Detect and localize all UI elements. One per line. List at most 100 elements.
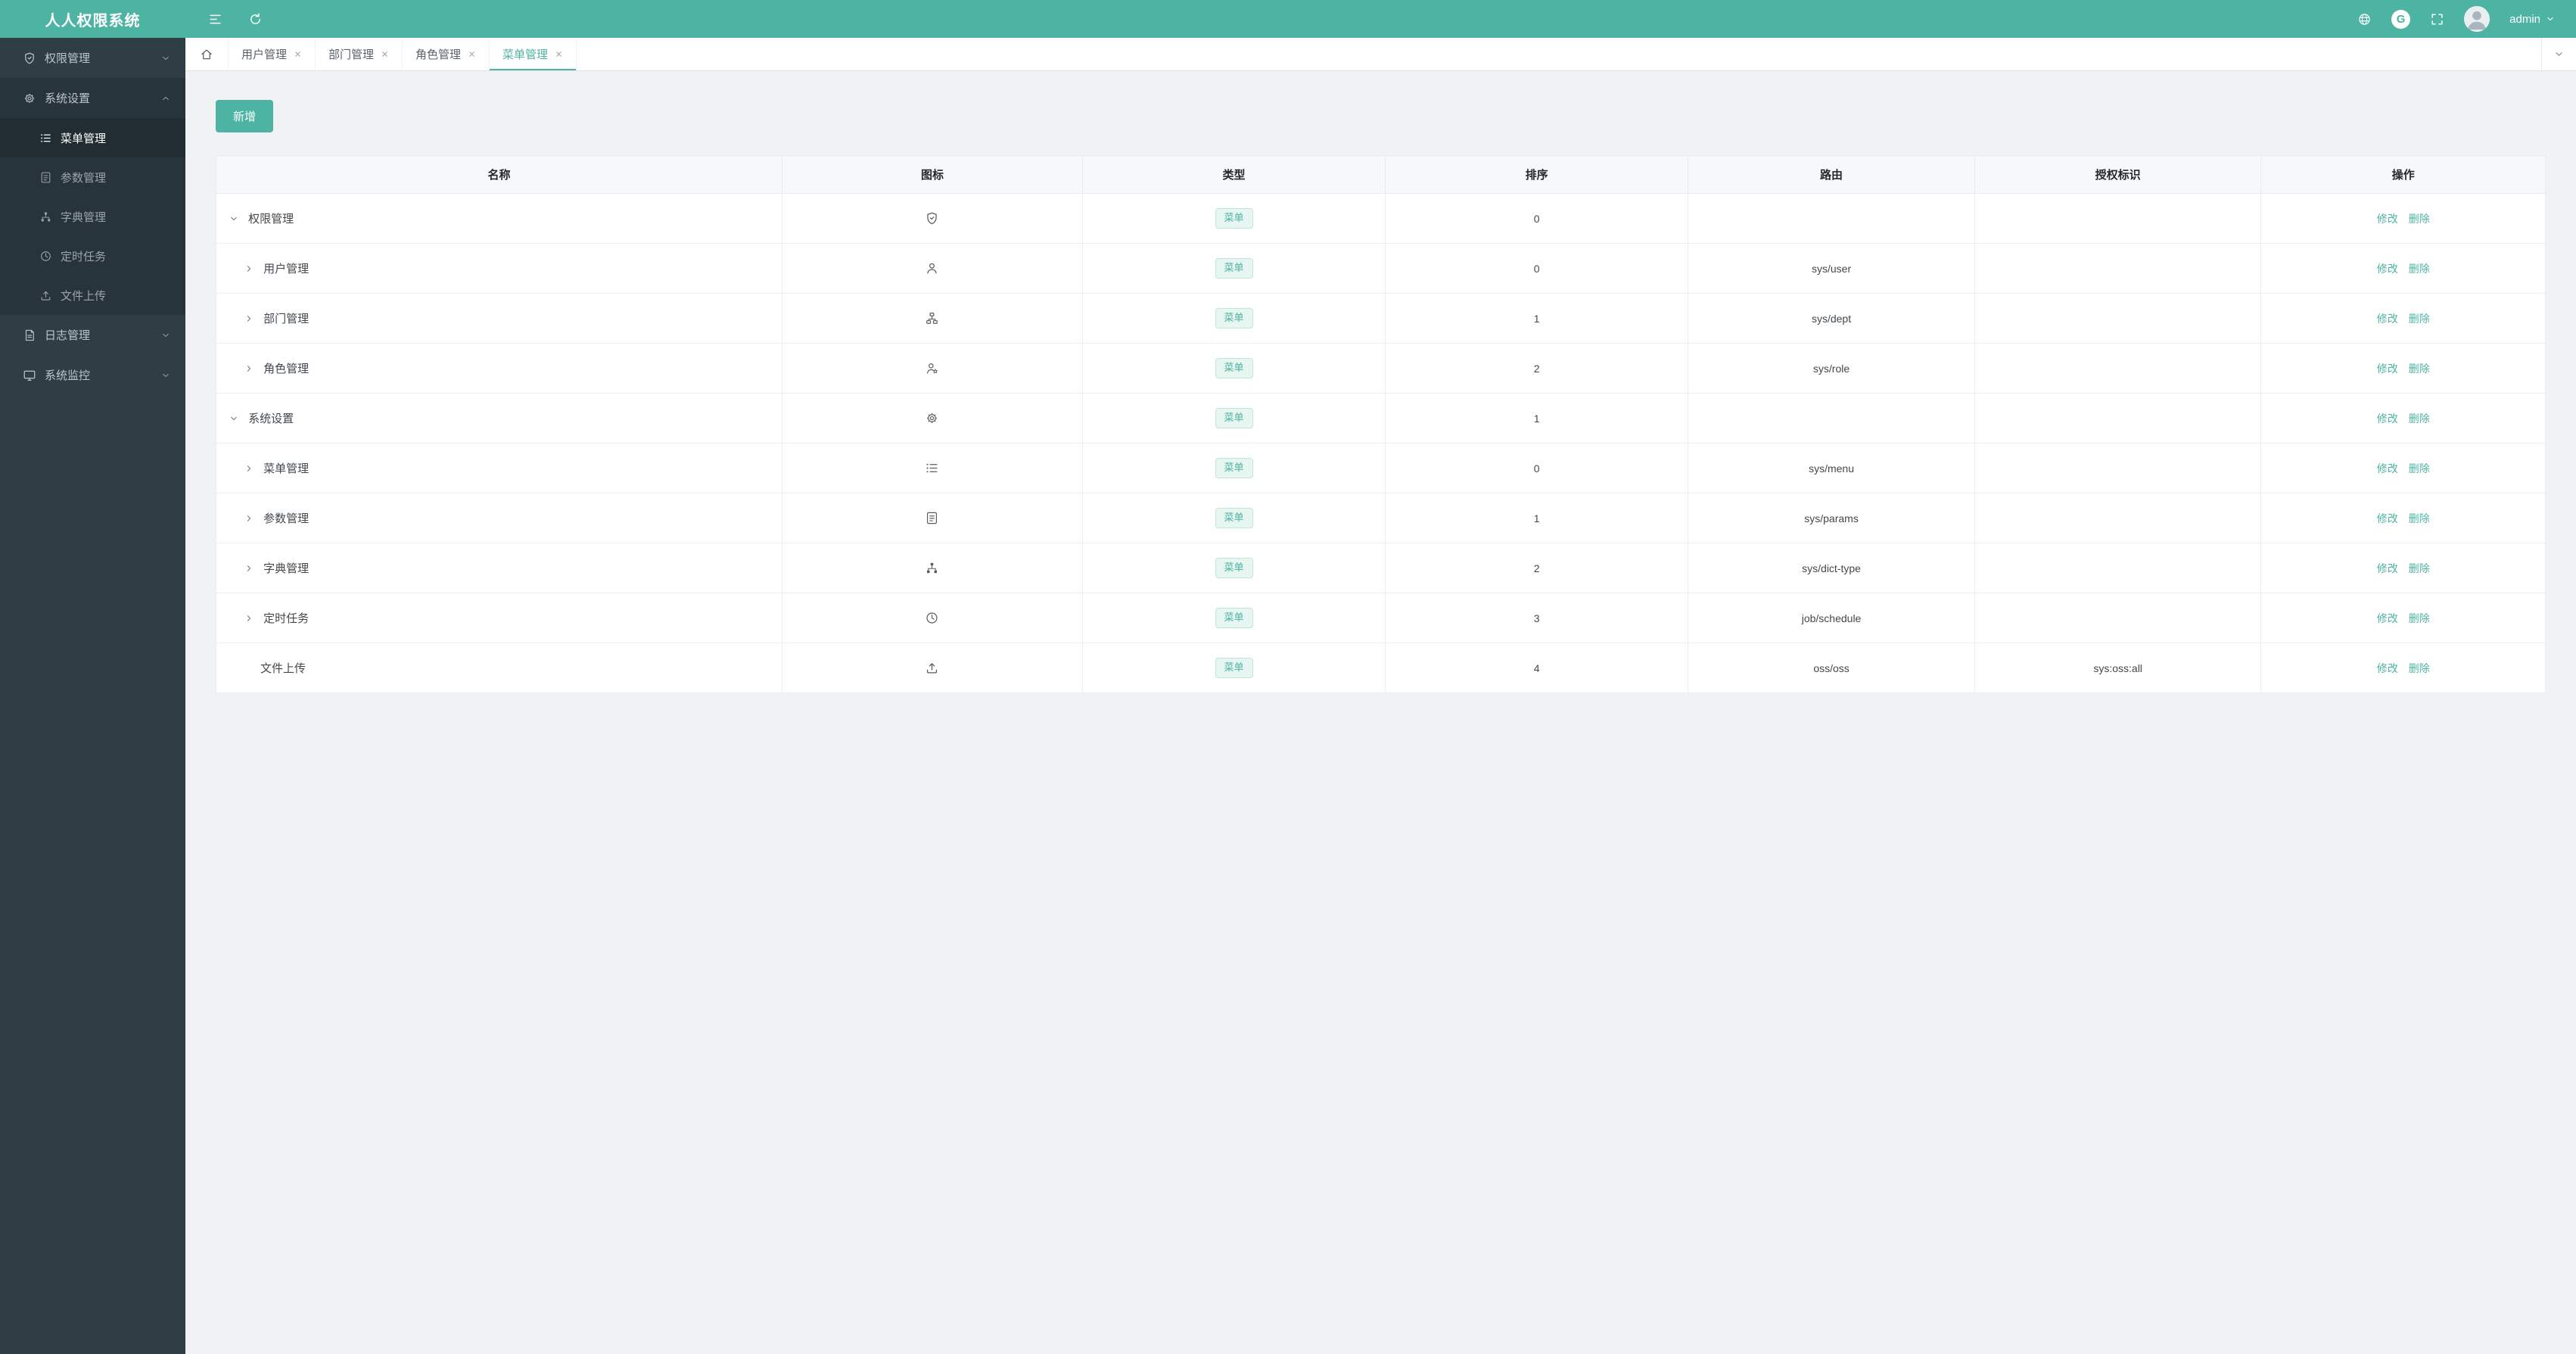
- chevron-right-icon: [244, 364, 254, 373]
- chevron-down-icon: [229, 214, 238, 223]
- collapse-toggle[interactable]: [229, 214, 239, 223]
- table-row: 系统设置 菜单 1 修改 删除: [216, 393, 2546, 444]
- sidebar-item-label: 系统设置: [45, 92, 91, 105]
- globe-icon: [2357, 12, 2372, 26]
- perm-value: [1974, 393, 2262, 444]
- tab-menu-management[interactable]: 菜单管理: [490, 38, 577, 70]
- edit-link[interactable]: 修改: [2377, 512, 2398, 524]
- department-icon: [925, 311, 939, 325]
- add-button[interactable]: 新增: [216, 100, 274, 132]
- fullscreen-button[interactable]: [2430, 12, 2444, 26]
- sort-value: 2: [1385, 543, 1689, 593]
- clock-icon: [925, 611, 939, 625]
- list-icon: [39, 132, 52, 145]
- close-icon[interactable]: [381, 50, 389, 58]
- tab-dept-management[interactable]: 部门管理: [316, 38, 403, 70]
- sidebar-item-file-upload[interactable]: 文件上传: [0, 275, 185, 315]
- route-value: sys/params: [1688, 493, 1975, 543]
- github-icon: G: [2396, 12, 2406, 26]
- tab-home[interactable]: [185, 38, 229, 70]
- perm-value: [1974, 593, 2262, 643]
- sort-value: 3: [1385, 593, 1689, 643]
- expand-toggle[interactable]: [244, 564, 254, 573]
- delete-link[interactable]: 删除: [2409, 462, 2430, 475]
- edit-link[interactable]: 修改: [2377, 612, 2398, 624]
- chevron-right-icon: [244, 514, 254, 523]
- collapse-toggle[interactable]: [229, 414, 239, 423]
- edit-link[interactable]: 修改: [2377, 313, 2398, 325]
- delete-link[interactable]: 删除: [2409, 612, 2430, 624]
- chevron-down-icon: [2546, 14, 2555, 23]
- delete-link[interactable]: 删除: [2409, 562, 2430, 574]
- expand-toggle[interactable]: [244, 364, 254, 373]
- column-header-name: 名称: [216, 155, 782, 194]
- sidebar-item-menu-management[interactable]: 菜单管理: [0, 118, 185, 157]
- collapse-sidebar-button[interactable]: [208, 12, 222, 26]
- column-header-actions: 操作: [2260, 155, 2546, 194]
- edit-link[interactable]: 修改: [2377, 263, 2398, 275]
- perm-value: [1974, 243, 2262, 294]
- role-icon: [925, 361, 939, 375]
- close-icon[interactable]: [468, 50, 476, 58]
- column-header-route: 路由: [1688, 155, 1975, 194]
- language-button[interactable]: [2357, 12, 2372, 26]
- route-value: oss/oss: [1688, 643, 1975, 693]
- expand-toggle[interactable]: [244, 314, 254, 323]
- delete-link[interactable]: 删除: [2409, 263, 2430, 275]
- sidebar-item-label: 菜单管理: [61, 132, 107, 145]
- sidebar-item-system-settings[interactable]: 系统设置: [0, 78, 185, 118]
- edit-link[interactable]: 修改: [2377, 662, 2398, 674]
- edit-link[interactable]: 修改: [2377, 562, 2398, 574]
- tab-role-management[interactable]: 角色管理: [403, 38, 490, 70]
- sidebar-item-label: 权限管理: [45, 52, 91, 65]
- sort-value: 0: [1385, 443, 1689, 493]
- sidebar-item-permission-management[interactable]: 权限管理: [0, 38, 185, 78]
- delete-link[interactable]: 删除: [2409, 363, 2430, 375]
- shield-icon: [925, 211, 939, 226]
- expand-toggle[interactable]: [244, 464, 254, 473]
- table-row: 用户管理 菜单 0 sys/user 修改 删除: [216, 243, 2546, 294]
- sidebar-item-log-management[interactable]: 日志管理: [0, 315, 185, 355]
- menu-table: 名称 图标 类型 排序 路由 授权标识 操作 权限管理 菜单 0 修改 删除 用…: [216, 155, 2546, 693]
- table-row: 文件上传 菜单 4 oss/oss sys:oss:all 修改 删除: [216, 643, 2546, 693]
- type-tag: 菜单: [1215, 458, 1253, 478]
- delete-link[interactable]: 删除: [2409, 412, 2430, 425]
- user-menu[interactable]: admin: [2509, 13, 2555, 26]
- sidebar-item-dict-management[interactable]: 字典管理: [0, 197, 185, 236]
- avatar[interactable]: [2464, 6, 2490, 32]
- sidebar-item-system-monitor[interactable]: 系统监控: [0, 355, 185, 395]
- delete-link[interactable]: 删除: [2409, 512, 2430, 524]
- tab-user-management[interactable]: 用户管理: [229, 38, 316, 70]
- table-row: 参数管理 菜单 1 sys/params 修改 删除: [216, 493, 2546, 543]
- edit-link[interactable]: 修改: [2377, 462, 2398, 475]
- close-icon[interactable]: [555, 50, 563, 58]
- dict-tree-icon: [39, 210, 52, 223]
- type-tag: 菜单: [1215, 258, 1253, 279]
- user-icon: [925, 261, 939, 275]
- refresh-button[interactable]: [248, 12, 263, 26]
- edit-link[interactable]: 修改: [2377, 213, 2398, 225]
- type-tag: 菜单: [1215, 408, 1253, 428]
- expand-toggle[interactable]: [244, 614, 254, 623]
- avatar-image: [2464, 6, 2490, 32]
- tab-options-button[interactable]: [2541, 38, 2576, 70]
- sidebar-item-label: 文件上传: [61, 289, 107, 303]
- type-tag: 菜单: [1215, 658, 1253, 678]
- sidebar-item-scheduled-tasks[interactable]: 定时任务: [0, 236, 185, 275]
- expand-toggle[interactable]: [244, 264, 254, 273]
- github-button[interactable]: G: [2391, 9, 2411, 29]
- chevron-up-icon: [161, 94, 170, 103]
- chevron-down-icon: [161, 331, 170, 340]
- close-icon[interactable]: [294, 50, 302, 58]
- delete-link[interactable]: 删除: [2409, 662, 2430, 674]
- edit-link[interactable]: 修改: [2377, 412, 2398, 425]
- delete-link[interactable]: 删除: [2409, 213, 2430, 225]
- expand-toggle[interactable]: [244, 514, 254, 523]
- monitor-icon: [23, 369, 36, 382]
- sidebar-item-params-management[interactable]: 参数管理: [0, 157, 185, 197]
- delete-link[interactable]: 删除: [2409, 313, 2430, 325]
- clock-icon: [39, 250, 52, 263]
- sidebar-item-label: 系统监控: [45, 369, 91, 382]
- edit-link[interactable]: 修改: [2377, 363, 2398, 375]
- chevron-right-icon: [244, 464, 254, 473]
